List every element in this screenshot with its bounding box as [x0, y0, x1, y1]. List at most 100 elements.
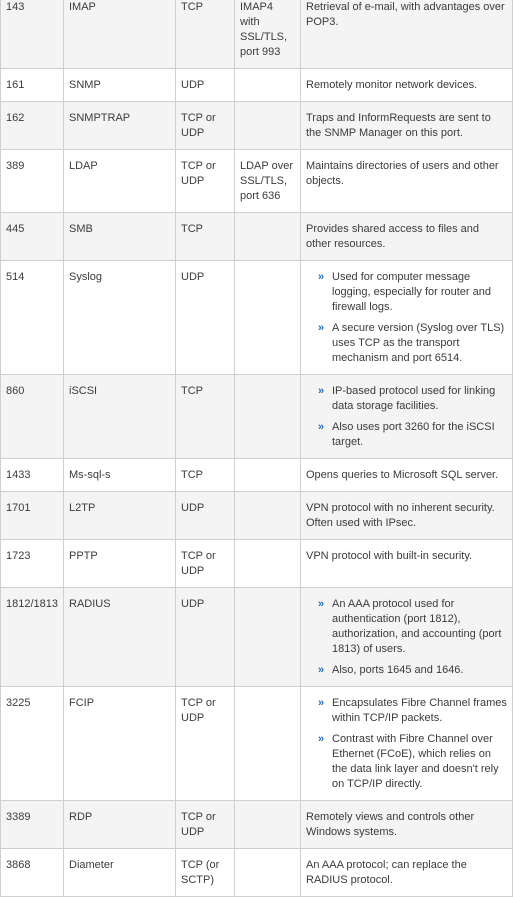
description-cell: Retrieval of e-mail, with advantages ove…: [300, 0, 513, 69]
port-cell: 3868: [0, 848, 64, 897]
table-row: 860 iSCSI TCP » IP-based protocol used for l…: [0, 374, 513, 459]
transport-cell: TCP (or SCTP): [175, 848, 235, 897]
description-cell: Remotely views and controls other Window…: [300, 800, 513, 849]
transport-cell: TCP or UDP: [175, 149, 235, 213]
secure-variant-cell: [234, 800, 301, 849]
secure-variant-cell: [234, 539, 301, 588]
port-cell: 1723: [0, 539, 64, 588]
table-row: 3868 Diameter TCP (or SCTP) An AAA protocol…: [0, 848, 513, 897]
double-chevron-icon: »: [318, 733, 325, 745]
bullet-item: » Contrast with Fibre Channel over Ethern…: [318, 732, 507, 792]
protocol-name-cell: Diameter: [63, 848, 176, 897]
bullet-item: » Encapsulates Fibre Channel frames withi…: [318, 696, 507, 726]
transport-cell: UDP: [175, 68, 235, 102]
bullet-text: Contrast with Fibre Channel over Etherne…: [332, 733, 499, 790]
bullet-item: » A secure version (Syslog over TLS) uses…: [318, 321, 507, 366]
description-cell: » Encapsulates Fibre Channel frames withi…: [300, 686, 513, 801]
secure-variant-cell: [234, 374, 301, 459]
description-cell: Opens queries to Microsoft SQL server.: [300, 458, 513, 492]
transport-cell: TCP or UDP: [175, 686, 235, 801]
bullet-item: » Also uses port 3260 for the iSCSI targe…: [318, 420, 507, 450]
description-cell: Traps and InformRequests are sent to the…: [300, 101, 513, 150]
transport-cell: TCP or UDP: [175, 539, 235, 588]
description-bullet-list: » Used for computer message logging, espe…: [306, 270, 507, 366]
protocol-name-cell: RADIUS: [63, 587, 176, 687]
description-cell: VPN protocol with built-in security.: [300, 539, 513, 588]
description-cell: VPN protocol with no inherent security. …: [300, 491, 513, 540]
port-cell: 1812/1813: [0, 587, 64, 687]
port-cell: 3225: [0, 686, 64, 801]
port-cell: 514: [0, 260, 64, 375]
table-row: 1723 PPTP TCP or UDP VPN protocol with buil…: [0, 539, 513, 588]
double-chevron-icon: »: [318, 697, 325, 709]
secure-variant-cell: [234, 101, 301, 150]
description-cell: » IP-based protocol used for linking data…: [300, 374, 513, 459]
secure-variant-cell: [234, 587, 301, 687]
protocol-name-cell: iSCSI: [63, 374, 176, 459]
double-chevron-icon: »: [318, 598, 325, 610]
bullet-text: Also, ports 1645 and 1646.: [332, 664, 464, 676]
double-chevron-icon: »: [318, 385, 325, 397]
bullet-text: Also uses port 3260 for the iSCSI target…: [332, 421, 495, 448]
secure-variant-cell: [234, 260, 301, 375]
port-cell: 1433: [0, 458, 64, 492]
bullet-item: » Also, ports 1645 and 1646.: [318, 663, 507, 678]
table-row: 389 LDAP TCP or UDP LDAP over SSL/TLS, port…: [0, 149, 513, 213]
ports-table: 143 IMAP TCP IMAP4 with SSL/TLS, port 993 Re…: [0, 0, 513, 897]
secure-variant-cell: [234, 848, 301, 897]
description-bullet-list: » IP-based protocol used for linking data…: [306, 384, 507, 450]
table-row: 1433 Ms-sql-s TCP Opens queries to Microsof…: [0, 458, 513, 492]
bullet-item: » An AAA protocol used for authentication…: [318, 597, 507, 657]
double-chevron-icon: »: [318, 322, 325, 334]
port-cell: 389: [0, 149, 64, 213]
table-row: 514 Syslog UDP » Used for computer message l…: [0, 260, 513, 375]
description-cell: » Used for computer message logging, espe…: [300, 260, 513, 375]
transport-cell: UDP: [175, 260, 235, 375]
transport-cell: TCP: [175, 374, 235, 459]
secure-variant-cell: LDAP over SSL/TLS, port 636: [234, 149, 301, 213]
bullet-text: An AAA protocol used for authentication …: [332, 598, 502, 655]
protocol-name-cell: SNMPTRAP: [63, 101, 176, 150]
port-cell: 162: [0, 101, 64, 150]
description-cell: Maintains directories of users and other…: [300, 149, 513, 213]
protocol-name-cell: RDP: [63, 800, 176, 849]
secure-variant-cell: [234, 458, 301, 492]
secure-variant-cell: [234, 212, 301, 261]
transport-cell: UDP: [175, 491, 235, 540]
description-bullet-list: » An AAA protocol used for authentication…: [306, 597, 507, 678]
table-row: 445 SMB TCP Provides shared access to files…: [0, 212, 513, 261]
description-cell: Remotely monitor network devices.: [300, 68, 513, 102]
bullet-text: Encapsulates Fibre Channel frames within…: [332, 697, 507, 724]
table-row: 3225 FCIP TCP or UDP » Encapsulates Fibre Ch…: [0, 686, 513, 801]
protocol-name-cell: LDAP: [63, 149, 176, 213]
protocol-name-cell: L2TP: [63, 491, 176, 540]
port-cell: 143: [0, 0, 64, 69]
ports-table-body: 143 IMAP TCP IMAP4 with SSL/TLS, port 993 Re…: [0, 0, 513, 897]
transport-cell: TCP or UDP: [175, 101, 235, 150]
protocol-name-cell: Ms-sql-s: [63, 458, 176, 492]
port-cell: 860: [0, 374, 64, 459]
transport-cell: TCP or UDP: [175, 800, 235, 849]
double-chevron-icon: »: [318, 664, 325, 676]
transport-cell: TCP: [175, 0, 235, 69]
table-row: 3389 RDP TCP or UDP Remotely views and cont…: [0, 800, 513, 849]
secure-variant-cell: [234, 491, 301, 540]
protocol-name-cell: FCIP: [63, 686, 176, 801]
double-chevron-icon: »: [318, 271, 325, 283]
protocol-name-cell: SMB: [63, 212, 176, 261]
secure-variant-cell: [234, 68, 301, 102]
description-cell: Provides shared access to files and othe…: [300, 212, 513, 261]
table-row: 1812/1813 RADIUS UDP » An AAA protocol used …: [0, 587, 513, 687]
table-row: 161 SNMP UDP Remotely monitor network devic…: [0, 68, 513, 102]
protocol-name-cell: Syslog: [63, 260, 176, 375]
bullet-text: A secure version (Syslog over TLS) uses …: [332, 322, 505, 364]
transport-cell: UDP: [175, 587, 235, 687]
port-cell: 445: [0, 212, 64, 261]
bullet-item: » Used for computer message logging, espe…: [318, 270, 507, 315]
secure-variant-cell: IMAP4 with SSL/TLS, port 993: [234, 0, 301, 69]
protocol-name-cell: SNMP: [63, 68, 176, 102]
bullet-item: » IP-based protocol used for linking data…: [318, 384, 507, 414]
double-chevron-icon: »: [318, 421, 325, 433]
protocol-name-cell: IMAP: [63, 0, 176, 69]
description-cell: » An AAA protocol used for authentication…: [300, 587, 513, 687]
